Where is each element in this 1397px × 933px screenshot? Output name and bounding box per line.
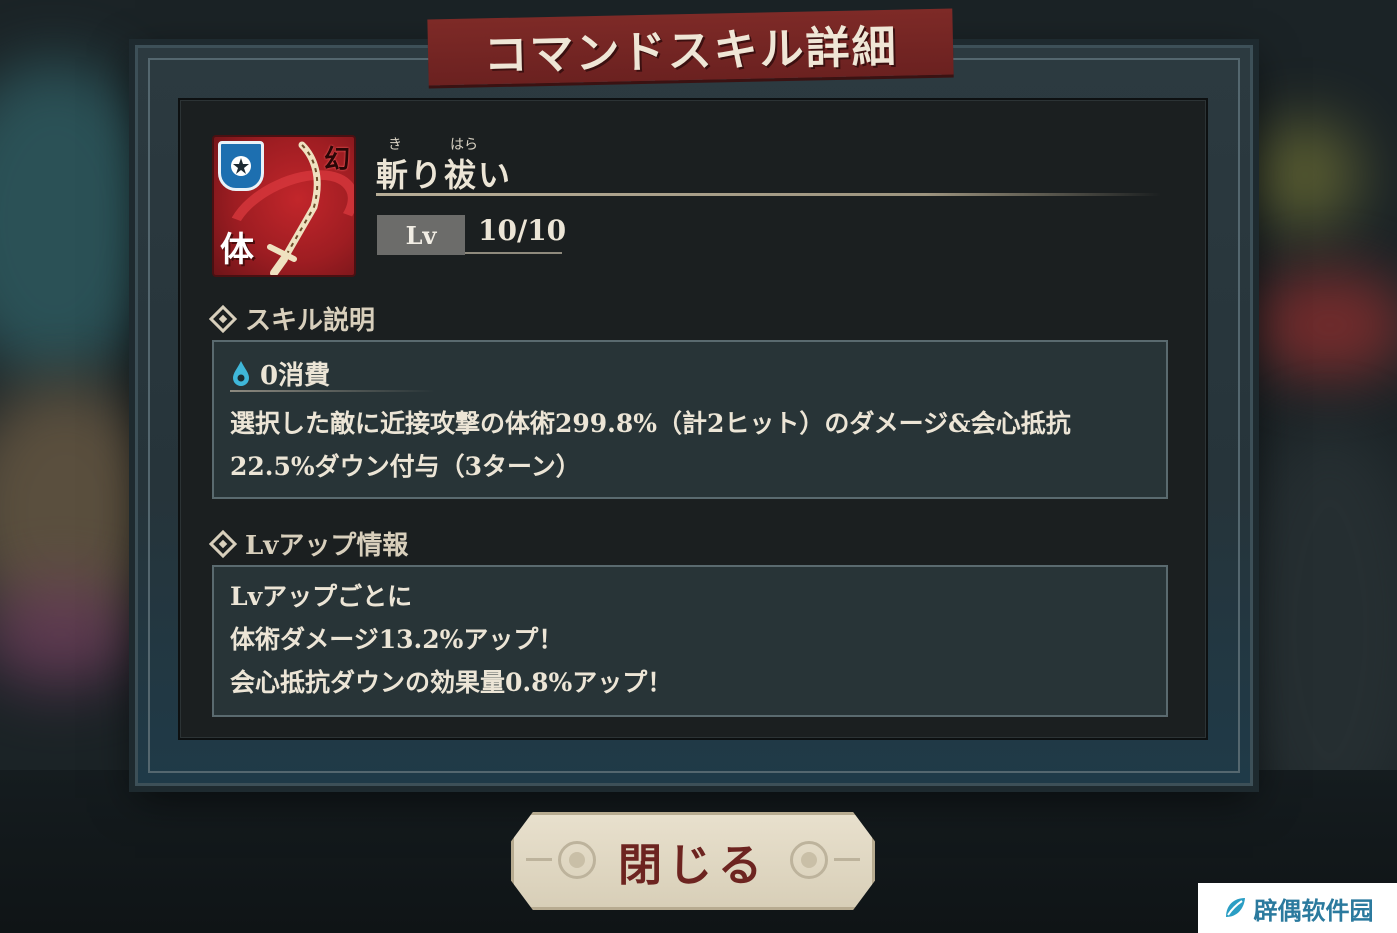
description-line: 22.5%ダウン付与（3ターン） (230, 452, 581, 481)
skill-description-heading: スキル説明 (208, 300, 376, 337)
cost-underline (230, 390, 435, 392)
description-line: 選択した敵に近接攻撃の体術299.8%（計2ヒット）のダメージ&会心抵抗 (230, 409, 1071, 438)
level-underline (465, 252, 562, 254)
level-value: 10/10 (478, 214, 567, 247)
name-divider (376, 193, 1161, 196)
watermark-text: 辟偶软件园 (1253, 896, 1374, 925)
level-up-heading: Lvアップ情報 (208, 525, 409, 562)
button-ornament (558, 841, 596, 879)
level-up-line: Lvアップごとに (230, 582, 413, 611)
level-up-heading-text: Lvアップ情報 (245, 531, 409, 561)
close-button-label: 閉じる (618, 840, 768, 891)
attribute-badge: 体 (220, 230, 254, 270)
dialog-title-banner: コマンドスキル詳細 (427, 8, 954, 86)
button-ornament (834, 858, 860, 861)
diamond-icon (208, 529, 238, 558)
skill-description-text: 選択した敵に近接攻撃の体術299.8%（計2ヒット）のダメージ&会心抵抗 22.… (230, 402, 1145, 488)
cost-line: 0消費 (230, 356, 440, 391)
close-button[interactable]: 閉じる (511, 812, 875, 910)
level-up-line: 会心抵抗ダウンの効果量0.8%アップ！ (230, 668, 673, 697)
diamond-icon (208, 304, 238, 333)
leaf-logo-icon (1225, 898, 1245, 917)
shield-star-icon (218, 141, 264, 191)
cost-text: 0消費 (260, 360, 331, 391)
skill-name: 斬り祓い (376, 156, 513, 194)
dialog-title: コマンドスキル詳細 (483, 21, 899, 82)
water-drop-icon (233, 361, 249, 386)
button-ornament (526, 858, 552, 861)
watermark: 辟偶软件园 (1198, 883, 1397, 933)
button-ornament (790, 841, 828, 879)
level-up-text: Lvアップごとに 体術ダメージ13.2%アップ！ 会心抵抗ダウンの効果量0.8%… (230, 575, 1145, 704)
skill-description-heading-text: スキル説明 (245, 306, 376, 336)
level-label: Lv (377, 215, 465, 255)
skill-icon: 体 幻 (212, 135, 356, 277)
corner-mark: 幻 (323, 145, 350, 175)
level-up-line: 体術ダメージ13.2%アップ！ (230, 625, 564, 654)
